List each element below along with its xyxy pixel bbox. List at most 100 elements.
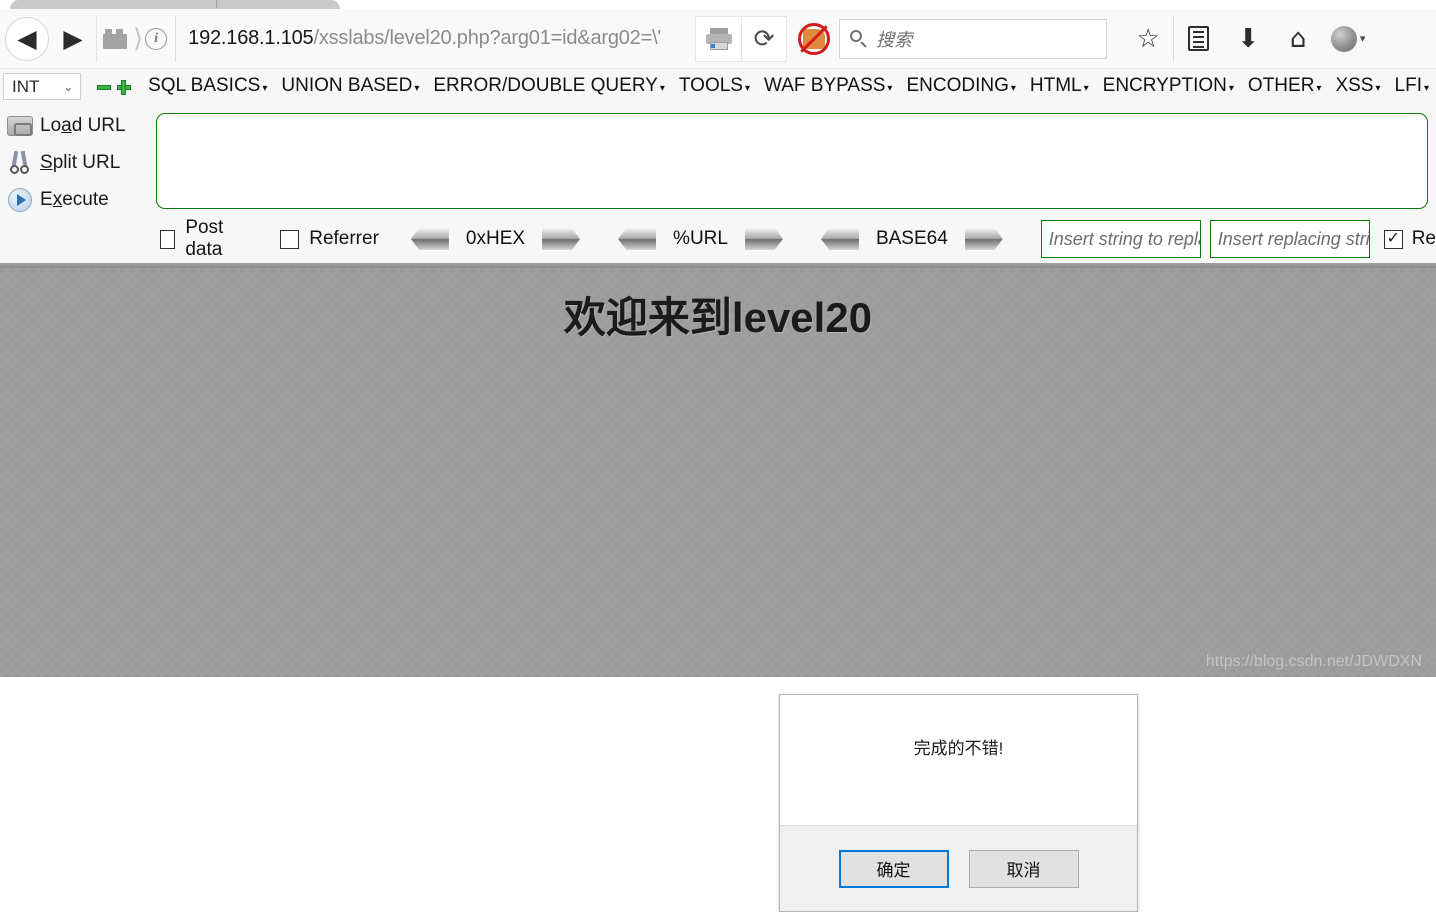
reload-button[interactable]: ⟳ — [741, 15, 788, 62]
menu-error-double-query[interactable]: ERROR/DOUBLE QUERY ▾ — [426, 75, 672, 97]
menu-label: ENCODING — [906, 75, 1009, 96]
print-button[interactable] — [695, 15, 742, 62]
site-identity-box[interactable]: ⟩ i — [96, 15, 168, 62]
menu-label: LFI — [1394, 75, 1422, 96]
menu-label: UNION BASED — [281, 75, 413, 96]
execute-label: Execute — [40, 188, 109, 210]
hex-encode-button[interactable] — [542, 228, 581, 250]
menu-lfi[interactable]: LFI ▾ — [1388, 75, 1436, 97]
chevron-down-icon: ▾ — [1316, 82, 1322, 94]
chevron-down-icon: ▾ — [887, 82, 893, 94]
chevron-down-icon: ▾ — [262, 82, 268, 94]
chevron-down-icon: ▾ — [744, 82, 750, 94]
referrer-checkbox-box[interactable] — [280, 229, 300, 249]
search-placeholder: 搜索 — [876, 29, 913, 50]
replacing-string-input[interactable]: Insert replacing string — [1209, 220, 1370, 258]
menu-caret-icon: ▾ — [1359, 32, 1366, 45]
noscript-icon[interactable] — [797, 22, 831, 56]
browser-chrome: ◀ ▶ ⟩ i 192.168.1.105/xsslabs/level20.ph… — [0, 0, 1436, 68]
chevron-down-icon: ▾ — [1228, 82, 1234, 94]
menu-sql-basics[interactable]: SQL BASICS ▾ — [141, 75, 274, 97]
menu-label: SQL BASICS — [148, 75, 261, 96]
site-identity-icon — [103, 28, 127, 49]
back-button[interactable]: ◀ — [4, 16, 50, 62]
menu-union-based[interactable]: UNION BASED ▾ — [274, 75, 426, 97]
post-data-checkbox[interactable]: Post data — [160, 217, 248, 261]
page-title: 欢迎来到level20 — [563, 294, 873, 341]
injection-type-select[interactable]: INT ⌄ — [3, 73, 82, 100]
printer-icon — [705, 27, 732, 50]
load-url-button[interactable]: Load URL — [0, 107, 150, 144]
hex-label: 0xHEX — [465, 228, 526, 249]
forward-button[interactable]: ▶ — [50, 16, 96, 62]
execute-button[interactable]: Execute — [0, 181, 150, 218]
post-data-checkbox-box[interactable] — [160, 229, 176, 249]
url-bar[interactable]: 192.168.1.105/xsslabs/level20.php?arg01=… — [175, 15, 695, 62]
info-circle-icon[interactable]: i — [145, 27, 168, 50]
string-to-replace-placeholder: Insert string to replace — [1048, 228, 1200, 249]
tab-separator — [216, 0, 217, 8]
menu-label: TOOLS — [678, 75, 743, 96]
menu-waf-bypass[interactable]: WAF BYPASS ▾ — [757, 75, 899, 97]
payload-textarea[interactable] — [156, 113, 1428, 209]
dialog-confirm-button[interactable]: 确定 — [838, 849, 949, 888]
load-url-icon — [0, 115, 40, 136]
search-input[interactable]: 搜索 — [839, 18, 1108, 59]
reload-icon: ⟳ — [753, 24, 775, 53]
hackbar-bottom-row: Post data Referrer 0xHEX %URL BASE64 Ins… — [0, 215, 1436, 263]
referrer-checkbox[interactable]: Referrer — [280, 228, 379, 250]
page-content: 欢迎来到level20 完成的不错! 确定 取消 https://blog.cs… — [0, 268, 1436, 912]
menu-tools[interactable]: TOOLS ▾ — [672, 75, 757, 97]
url-path: /xsslabs/level20.php?arg01=id&arg02=\' — [313, 27, 662, 49]
chevron-down-icon: ▾ — [659, 82, 665, 94]
chevron-down-icon: ▾ — [1375, 82, 1381, 94]
replace-all-checkbox[interactable]: Re — [1383, 228, 1436, 250]
split-url-button[interactable]: Split URL — [0, 144, 150, 181]
url-decode-button[interactable] — [618, 228, 657, 250]
injection-type-value: INT — [12, 76, 40, 96]
menu-xss[interactable]: XSS ▾ — [1328, 75, 1387, 97]
url-host: 192.168.1.105 — [188, 27, 314, 49]
string-to-replace-input[interactable]: Insert string to replace — [1040, 220, 1201, 258]
split-url-icon — [0, 150, 40, 175]
base64-decode-button[interactable] — [820, 228, 859, 250]
account-avatar-icon[interactable]: ▾ — [1323, 16, 1373, 62]
menu-encryption[interactable]: ENCRYPTION ▾ — [1096, 75, 1241, 97]
remove-row-button[interactable] — [95, 78, 112, 96]
menu-encoding[interactable]: ENCODING ▾ — [899, 75, 1022, 97]
menu-label: WAF BYPASS — [764, 75, 886, 96]
url-converter-group: %URL — [618, 228, 783, 250]
home-icon[interactable]: ⌂ — [1273, 16, 1323, 62]
reader-list-icon[interactable] — [1173, 15, 1223, 62]
chevron-down-icon: ▾ — [414, 82, 420, 94]
breadcrumb-chevron-icon: ⟩ — [133, 23, 144, 54]
hackbar-menubar: SQL BASICS ▾ UNION BASED ▾ ERROR/DOUBLE … — [141, 75, 1436, 97]
dialog-cancel-button[interactable]: 取消 — [968, 849, 1079, 888]
post-data-label: Post data — [185, 217, 224, 260]
url-text: 192.168.1.105/xsslabs/level20.php?arg01=… — [188, 27, 661, 50]
execute-icon — [0, 187, 40, 212]
menu-label: ENCRYPTION — [1102, 75, 1227, 96]
base64-label: BASE64 — [875, 228, 948, 249]
browser-tab[interactable] — [10, 0, 340, 9]
base64-encode-button[interactable] — [964, 228, 1003, 250]
replace-all-checkbox-box[interactable] — [1383, 229, 1403, 249]
menu-other[interactable]: OTHER ▾ — [1241, 75, 1329, 97]
forward-arrow-icon: ▶ — [63, 24, 83, 53]
menu-html[interactable]: HTML ▾ — [1023, 75, 1096, 97]
menu-label: XSS — [1335, 75, 1374, 96]
hex-decode-button[interactable] — [410, 228, 449, 250]
add-row-button[interactable] — [115, 78, 131, 96]
url-encode-button[interactable] — [744, 228, 783, 250]
hackbar-middle-row: Load URL Split URL Execute — [0, 105, 1436, 215]
downloads-icon[interactable]: ⬇ — [1223, 16, 1273, 62]
dialog-body: 完成的不错! — [780, 695, 1137, 825]
load-url-label: Load URL — [40, 114, 126, 136]
url-label: %URL — [673, 228, 728, 249]
hex-converter-group: 0xHEX — [410, 228, 581, 250]
search-icon — [850, 30, 867, 48]
bookmark-star-icon[interactable]: ☆ — [1123, 16, 1173, 62]
replace-all-label: Re — [1411, 228, 1436, 249]
dialog-message: 完成的不错! — [913, 738, 1004, 758]
watermark: https://blog.csdn.net/JDWDXN — [1205, 653, 1422, 670]
